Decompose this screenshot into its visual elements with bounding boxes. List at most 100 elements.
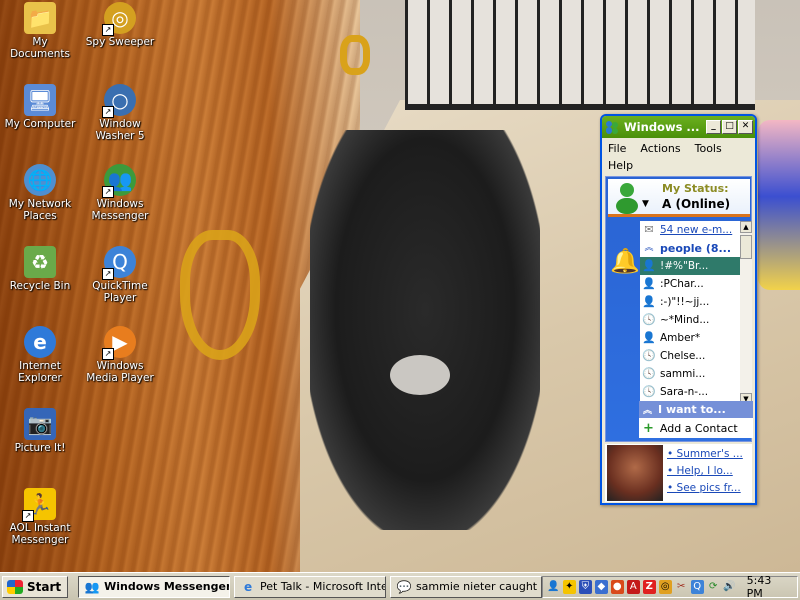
- desktop-icon-picture-it[interactable]: 📷 Picture It!: [2, 408, 78, 454]
- status-dropdown-arrow-icon[interactable]: ▼: [642, 199, 649, 209]
- desktop-icon-my-computer[interactable]: 🖥 My Computer: [2, 84, 78, 130]
- desktop-icon-window-washer[interactable]: ○ Window Washer 5: [82, 84, 158, 142]
- i-want-to-section[interactable]: ︽ I want to...: [639, 401, 753, 418]
- recycle-bin-icon: ♻: [24, 246, 56, 278]
- antivirus-tray-icon[interactable]: A: [626, 579, 640, 594]
- zonealarm-tray-icon[interactable]: Z: [642, 579, 656, 594]
- contact-away-icon: 🕓: [642, 313, 656, 326]
- collapse-chevron-icon: ︽: [643, 406, 653, 416]
- collapse-chevron-icon: ︽: [644, 243, 654, 253]
- wallpaper-brass-handle: [180, 230, 260, 360]
- taskbar-item-windows-messenger[interactable]: 👥 Windows Messenger: [78, 575, 231, 598]
- messenger-tray-icon[interactable]: 👤: [547, 580, 560, 594]
- spy-sweeper-icon: ◎: [102, 2, 136, 36]
- quicktime-tray-icon[interactable]: Q: [690, 579, 704, 594]
- windows-logo-icon: [7, 579, 23, 594]
- messenger-title: Windows ...: [624, 120, 700, 134]
- quicktime-icon: Q: [102, 246, 136, 280]
- scroll-thumb[interactable]: [740, 235, 752, 259]
- contact-item[interactable]: 🕓 Chelse...: [640, 347, 740, 365]
- window-washer-icon: ○: [102, 84, 136, 118]
- contact-away-icon: 🕓: [642, 349, 656, 362]
- contact-group-header[interactable]: ︽ people (8...: [640, 239, 740, 257]
- aim-tray-icon[interactable]: ✦: [562, 579, 576, 594]
- desktop-icon-recycle-bin[interactable]: ♻ Recycle Bin: [2, 246, 78, 292]
- contact-item[interactable]: 🕓 ~*Mind...: [640, 311, 740, 329]
- contact-item[interactable]: 👤 :PChar...: [640, 275, 740, 293]
- add-contact-link[interactable]: + Add a Contact: [639, 418, 753, 438]
- menu-tools[interactable]: Tools: [695, 140, 722, 157]
- spy-sweeper-tray-icon[interactable]: ◎: [658, 579, 672, 594]
- contact-online-icon: 👤: [642, 331, 656, 344]
- menu-actions[interactable]: Actions: [640, 140, 680, 157]
- contact-list[interactable]: ✉ 54 new e-m... ︽ people (8... 👤 !#%"Br.…: [640, 221, 740, 405]
- desktop-icon-my-network-places[interactable]: 🌐 My Network Places: [2, 164, 78, 222]
- media-player-icon: ▶: [102, 326, 136, 360]
- close-button[interactable]: ✕: [738, 120, 753, 134]
- contact-online-icon: 👤: [642, 295, 656, 308]
- wallpaper-puppy-chest: [390, 355, 450, 395]
- minimize-button[interactable]: _: [706, 120, 721, 134]
- messenger-icon: 👥: [102, 164, 136, 198]
- aim-icon: 🏃: [22, 488, 56, 522]
- plus-icon: +: [643, 420, 654, 436]
- contact-item[interactable]: 🕓 Sara-n-...: [640, 383, 740, 401]
- folder-documents-icon: 📁: [24, 2, 56, 34]
- desktop-icon-my-documents[interactable]: 📁 My Documents: [2, 2, 78, 60]
- ad-link[interactable]: See pics fr...: [667, 480, 751, 497]
- start-button[interactable]: Start: [2, 575, 69, 598]
- taskbar: Start 👥 Windows Messenger e Pet Talk - M…: [0, 572, 800, 600]
- network-tray-icon[interactable]: ●: [610, 579, 624, 594]
- internet-explorer-icon: e: [24, 326, 56, 358]
- contact-item[interactable]: 🕓 sammi...: [640, 365, 740, 383]
- desktop-icon-windows-media-player[interactable]: ▶ Windows Media Player: [82, 326, 158, 384]
- email-notification[interactable]: ✉ 54 new e-m...: [640, 221, 740, 239]
- shield-tray-icon[interactable]: ⛨: [578, 579, 592, 594]
- my-status-label: My Status:: [662, 182, 729, 195]
- ad-link[interactable]: Help, I lo...: [667, 463, 751, 480]
- ad-links: Summer's ... Help, I lo... See pics fr..…: [667, 446, 751, 497]
- desktop-icon-aol-instant-messenger[interactable]: 🏃 AOL Instant Messenger: [2, 488, 78, 546]
- messenger-window[interactable]: Windows ... _ □ ✕ File Actions Tools Hel…: [600, 114, 757, 505]
- security-tray-icon[interactable]: ◆: [594, 579, 608, 594]
- contact-away-icon: 🕓: [642, 385, 656, 398]
- menu-file[interactable]: File: [608, 140, 626, 157]
- contact-away-icon: 🕓: [642, 367, 656, 380]
- internet-explorer-icon: e: [243, 579, 253, 594]
- maximize-button[interactable]: □: [722, 120, 737, 134]
- clock[interactable]: 5:43 PM: [747, 574, 791, 600]
- volume-tray-icon[interactable]: 🔊: [723, 580, 736, 594]
- messenger-titlebar[interactable]: Windows ... _ □ ✕: [602, 116, 755, 138]
- desktop-icon-spy-sweeper[interactable]: ◎ Spy Sweeper: [82, 2, 158, 48]
- scroll-up-arrow-icon[interactable]: ▲: [740, 221, 752, 233]
- sync-tray-icon[interactable]: ⟳: [707, 580, 720, 594]
- my-status-panel[interactable]: ▼ My Status: A (Online): [608, 179, 750, 217]
- contact-online-icon: 👤: [642, 259, 656, 272]
- wallpaper-brass-handle-small: [340, 35, 370, 75]
- wallpaper-dog-crate: [405, 0, 755, 110]
- desktop-icon-internet-explorer[interactable]: e Internet Explorer: [2, 326, 78, 384]
- computer-icon: 🖥: [24, 84, 56, 116]
- contact-online-icon: 👤: [642, 277, 656, 290]
- contact-item[interactable]: 👤 :-)"!!~jj...: [640, 293, 740, 311]
- system-tray: 👤 ✦ ⛨ ◆ ● A Z ◎ ✂ Q ⟳ 🔊 5:43 PM: [541, 574, 799, 600]
- contact-list-scrollbar[interactable]: ▲ ▼: [740, 221, 752, 405]
- envelope-icon: ✉: [644, 223, 654, 236]
- contact-item[interactable]: 👤 !#%"Br...: [640, 257, 740, 275]
- ad-image[interactable]: [607, 445, 663, 501]
- ad-link[interactable]: Summer's ...: [667, 446, 751, 463]
- desktop-icon-windows-messenger[interactable]: 👥 Windows Messenger: [82, 164, 158, 222]
- network-places-icon: 🌐: [24, 164, 56, 196]
- contact-item[interactable]: 👤 Amber*: [640, 329, 740, 347]
- messenger-icon: 👥: [84, 579, 100, 594]
- taskbar-item-chat[interactable]: 💬 sammie nieter caught a ...: [389, 575, 542, 598]
- desktop-icon-quicktime[interactable]: Q QuickTime Player: [82, 246, 158, 304]
- tools-tray-icon[interactable]: ✂: [675, 580, 688, 594]
- messenger-icon: [606, 121, 618, 134]
- my-status-value[interactable]: A (Online): [662, 197, 730, 211]
- wallpaper-puppy: [310, 130, 540, 530]
- menu-help[interactable]: Help: [608, 157, 633, 174]
- taskbar-item-pet-talk[interactable]: e Pet Talk - Microsoft Inter...: [234, 575, 386, 598]
- bell-icon: 🔔: [610, 247, 640, 275]
- picture-it-icon: 📷: [24, 408, 56, 440]
